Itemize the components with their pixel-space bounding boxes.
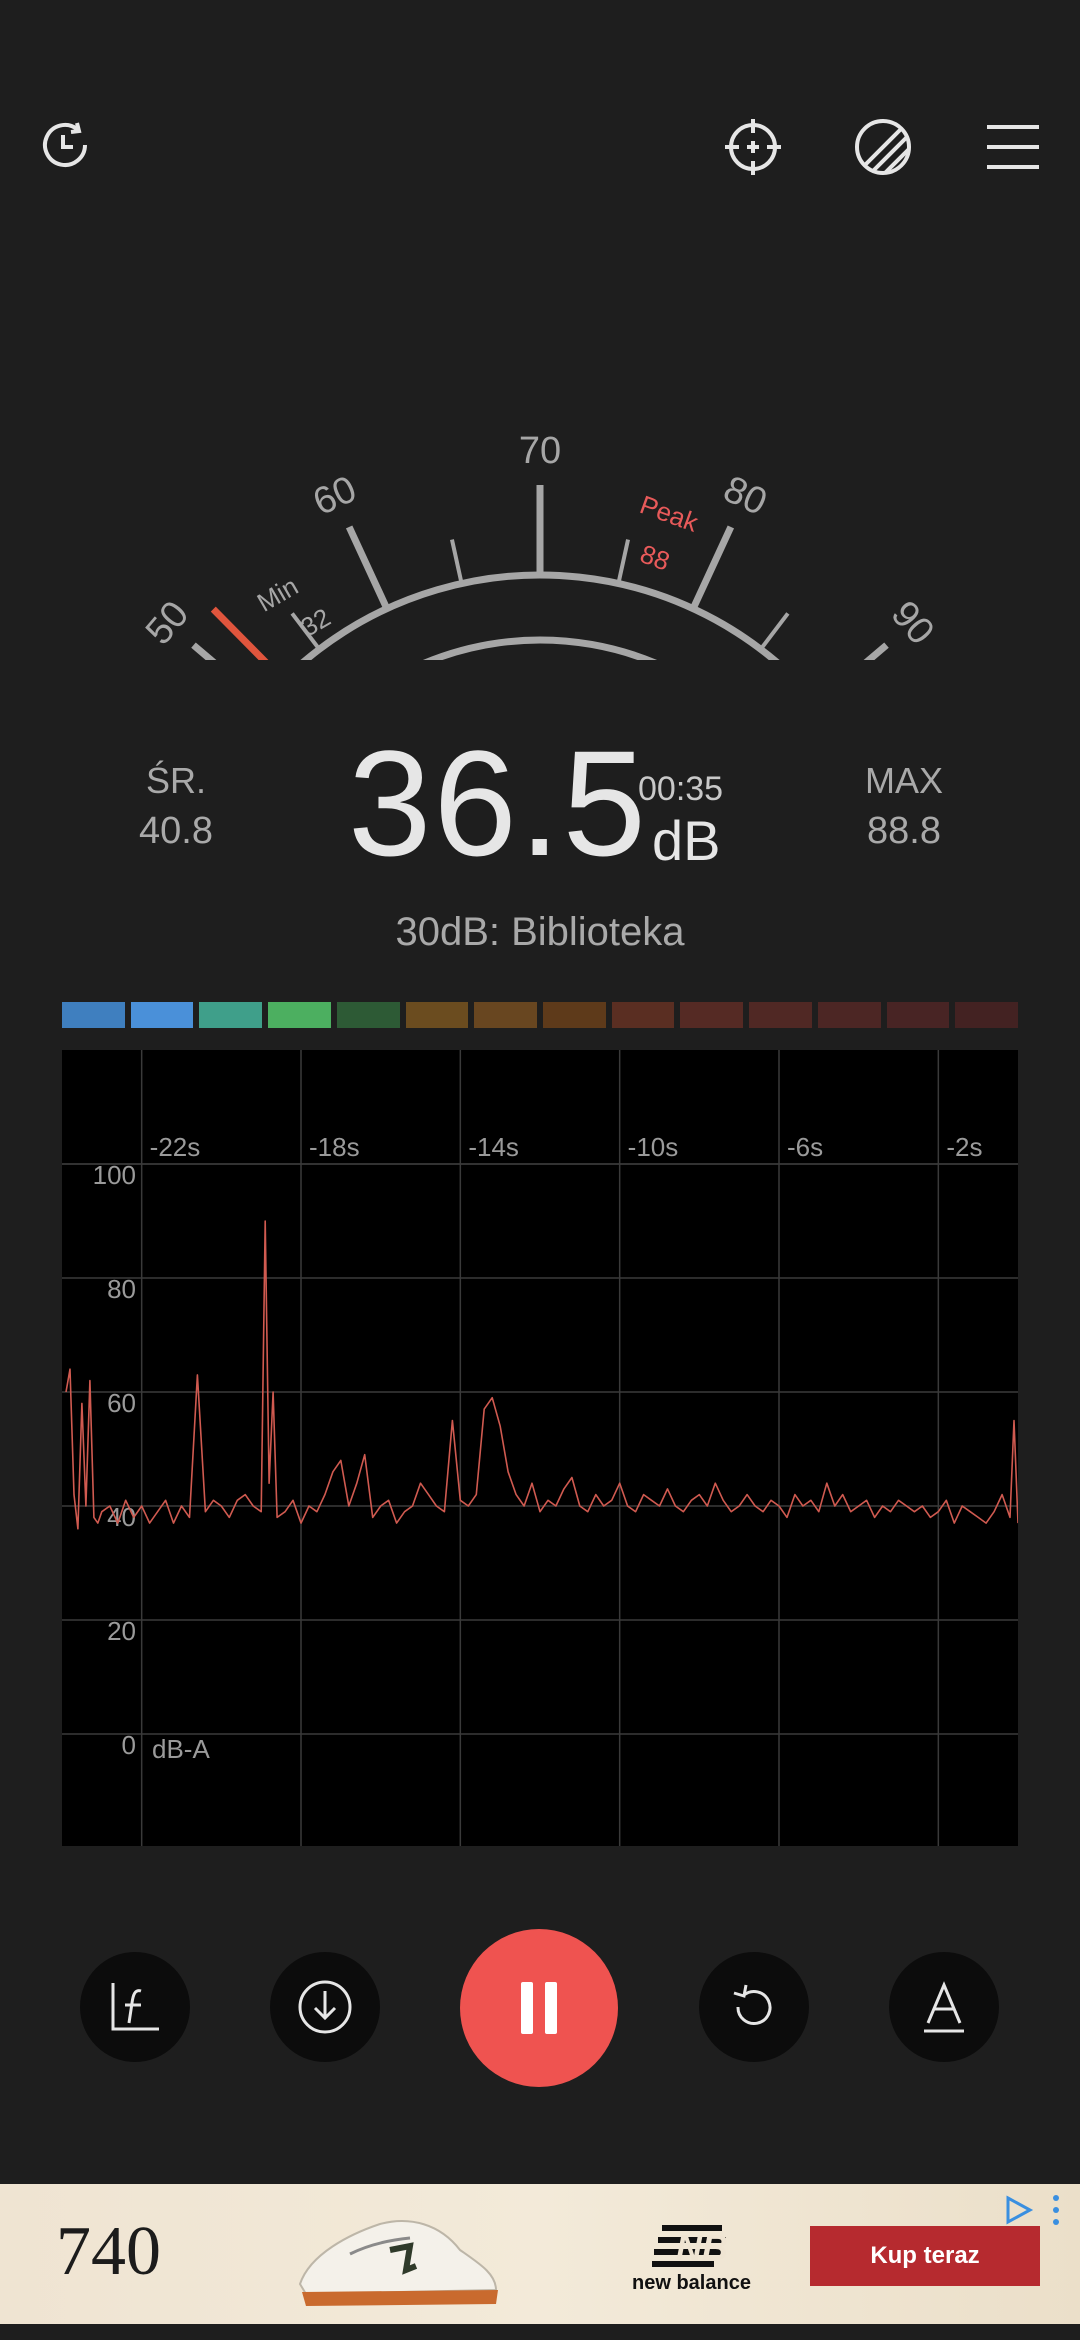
theme-button[interactable]: [838, 102, 928, 192]
level-segment: [199, 1002, 263, 1028]
svg-text:NB: NB: [676, 2227, 728, 2268]
chart-x-tick-label: -6s: [787, 1132, 823, 1162]
level-segment: [336, 1002, 400, 1028]
clock-history-icon: [43, 122, 87, 167]
elapsed-time: 00:35: [638, 770, 724, 808]
chart-y-tick-label: 40: [107, 1502, 136, 1532]
calibrate-button[interactable]: [708, 102, 798, 192]
frequency-button[interactable]: [80, 1952, 190, 2062]
contrast-icon: [855, 119, 911, 175]
chart-y-tick-label: 60: [107, 1388, 136, 1418]
max-label: MAX: [864, 760, 943, 801]
ad-brand-name: new balance: [632, 2272, 751, 2294]
level-segment: [268, 1002, 331, 1028]
chart-y-tick-label: 0: [122, 1730, 136, 1760]
chart-y-tick-label: 100: [93, 1160, 136, 1190]
sneaker-image: [298, 2220, 498, 2306]
hamburger-menu-icon: [987, 125, 1039, 169]
chart-y-tick-label: 20: [107, 1616, 136, 1646]
brand-logo: NB: [652, 2225, 728, 2268]
gauge-scale-label: 70: [519, 430, 561, 472]
sound-level-gauge: 2030405060708090100110120 Min 32 Peak 88: [138, 430, 942, 660]
level-segment: [543, 1002, 606, 1028]
pause-icon: [521, 1982, 557, 2034]
gauge-scale-label: 80: [717, 468, 773, 524]
history-button[interactable]: [20, 100, 110, 190]
current-db-value: 36.5: [348, 719, 648, 887]
download-icon: [298, 1980, 352, 2034]
gauge-scale-label: 50: [138, 593, 197, 652]
gauge-tick: [759, 612, 790, 651]
level-color-bar: [62, 1002, 1019, 1028]
max-value: 88.8: [867, 810, 941, 852]
gauge-needle: [210, 606, 269, 660]
gauge-min-value: 32: [295, 602, 335, 642]
frequency-f-icon: [111, 1983, 159, 2031]
gauge-min-label: Min: [252, 571, 303, 618]
chart-y-tick-label: 80: [107, 1274, 136, 1304]
level-description: 30dB: Biblioteka: [395, 910, 685, 954]
average-value: 40.8: [139, 810, 213, 852]
weighting-a-icon: [924, 1981, 964, 2033]
ad-choices-icon[interactable]: [1000, 2192, 1036, 2228]
chart-x-tick-label: -22s: [150, 1132, 201, 1162]
level-segment: [130, 1002, 194, 1028]
level-segment: [886, 1002, 950, 1028]
gauge-tick: [345, 525, 391, 611]
gauge-tick: [616, 539, 630, 584]
ad-banner[interactable]: 740 NB new balance Kup teraz: [0, 2184, 1080, 2324]
gauge-tick: [450, 539, 464, 584]
chart-x-tick-label: -2s: [946, 1132, 982, 1162]
db-unit: dB: [652, 809, 721, 872]
weighting-button[interactable]: [889, 1952, 999, 2062]
save-button[interactable]: [270, 1952, 380, 2062]
crosshair-icon: [725, 119, 781, 175]
level-segment: [611, 1002, 675, 1028]
gauge-peak-label: Peak: [636, 489, 703, 538]
reset-button[interactable]: [699, 1952, 809, 2062]
average-label: ŚR.: [145, 760, 206, 801]
gauge-tick: [863, 642, 889, 660]
pause-button[interactable]: [460, 1929, 618, 2087]
ad-more-icon[interactable]: [1046, 2192, 1066, 2228]
chart-x-tick-label: -14s: [468, 1132, 519, 1162]
gauge-peak-value: 88: [636, 539, 673, 577]
level-segment: [62, 1002, 125, 1028]
level-segment: [474, 1002, 538, 1028]
history-chart: -22s -18s -14s -10s -6s -2s 100 80 60 40 20 0 dB-A: [62, 1050, 1018, 1846]
gauge-scale-label: 90: [883, 593, 942, 652]
chart-x-tick-label: -18s: [309, 1132, 360, 1162]
gauge-scale-label: 60: [307, 468, 363, 524]
level-segment: [749, 1002, 812, 1028]
chart-x-tick-label: -10s: [628, 1132, 679, 1162]
reset-icon: [733, 1984, 772, 2025]
menu-button[interactable]: [968, 102, 1058, 192]
level-segment: [680, 1002, 744, 1028]
ad-price: 740: [56, 2213, 161, 2290]
level-segment: [817, 1002, 881, 1028]
ad-cta-button[interactable]: Kup teraz: [810, 2226, 1040, 2286]
level-segment: [405, 1002, 469, 1028]
gauge-tick: [689, 525, 735, 611]
level-segment: [955, 1002, 1019, 1028]
chart-unit-label: dB-A: [152, 1734, 210, 1764]
